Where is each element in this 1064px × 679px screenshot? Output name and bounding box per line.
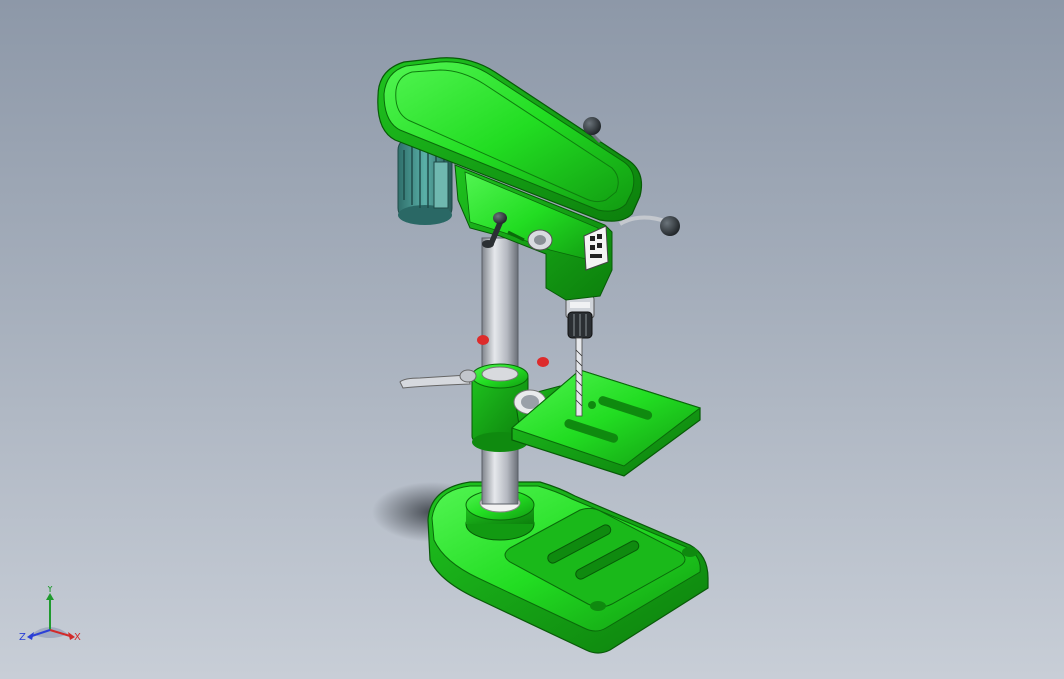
depth-gauge-dial[interactable]: [527, 229, 553, 251]
z-axis-label: Z: [19, 632, 26, 643]
z-axis-head-icon: [27, 632, 34, 640]
orientation-triad: Y X Z: [19, 586, 81, 643]
work-table[interactable]: [511, 369, 702, 477]
red-knob-icon[interactable]: [537, 357, 549, 367]
graphics-viewport[interactable]: Y X Z: [0, 0, 1064, 679]
red-knob-icon[interactable]: [477, 335, 489, 345]
table-lock-handle[interactable]: [399, 369, 477, 389]
base-corner-hole: [590, 601, 606, 611]
table-center-hole: [588, 401, 596, 409]
y-axis-label: Y: [46, 586, 54, 595]
base-corner-hole: [682, 547, 698, 557]
drill-bit: [575, 337, 583, 417]
drill-chuck[interactable]: [565, 295, 595, 339]
feed-handle-right[interactable]: [618, 215, 680, 236]
drill-press-model[interactable]: [0, 0, 1064, 679]
x-axis-label: X: [74, 632, 81, 643]
